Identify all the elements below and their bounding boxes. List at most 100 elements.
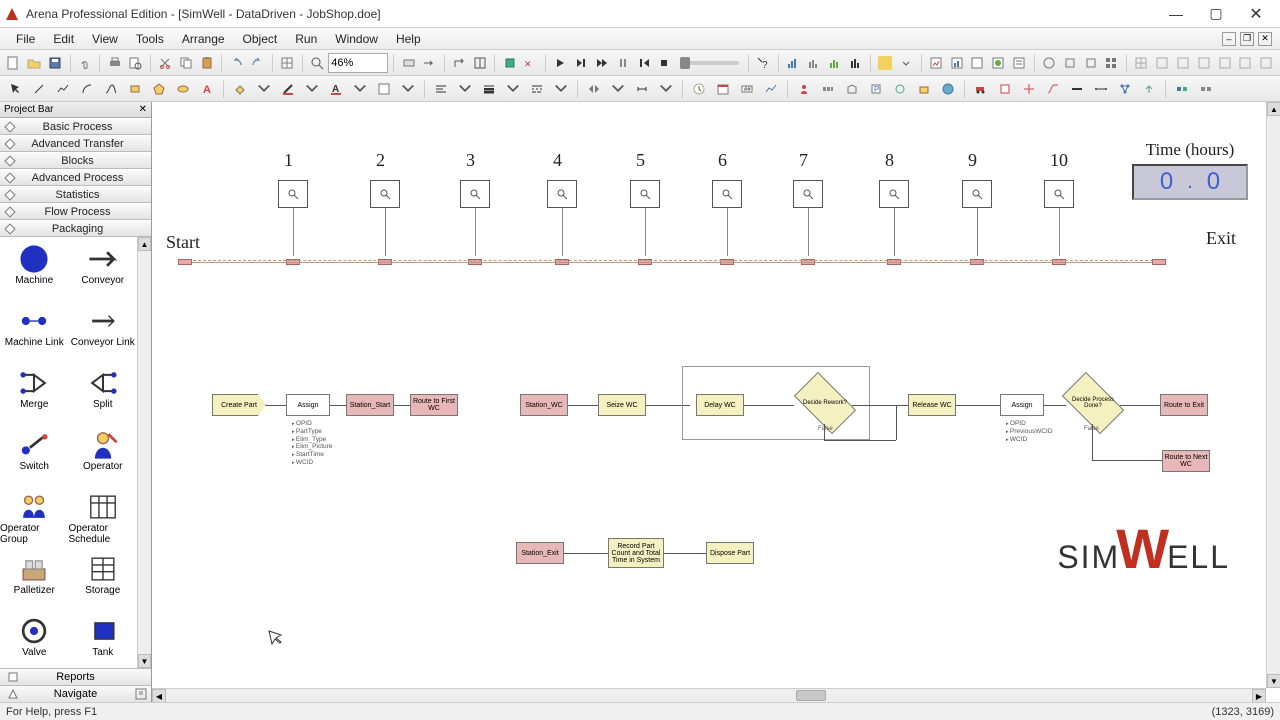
- block-route-exit[interactable]: Route to Exit: [1160, 394, 1208, 416]
- block-assign-1[interactable]: Assign: [286, 394, 330, 416]
- vscroll-down-icon[interactable]: ▼: [1267, 674, 1280, 688]
- block-dispose[interactable]: Dispose Part: [706, 542, 754, 564]
- palette-item-valve[interactable]: Valve: [0, 613, 69, 668]
- opt1-button[interactable]: [1039, 52, 1058, 74]
- menu-view[interactable]: View: [84, 30, 126, 48]
- flip-h-button[interactable]: [583, 78, 605, 100]
- report4-button[interactable]: [989, 52, 1008, 74]
- block-create-part[interactable]: Create Part: [212, 394, 266, 416]
- block-delay-wc[interactable]: Delay WC: [696, 394, 744, 416]
- vertical-scrollbar[interactable]: ▲ ▼: [1266, 102, 1280, 688]
- opt4-button[interactable]: [1102, 52, 1121, 74]
- grid6-button[interactable]: [1236, 52, 1255, 74]
- vscroll-up-icon[interactable]: ▲: [1267, 102, 1280, 116]
- bezier-button[interactable]: [100, 78, 122, 100]
- align-button[interactable]: [430, 78, 452, 100]
- global-icon[interactable]: [937, 78, 959, 100]
- mdi-restore-button[interactable]: ❐: [1240, 32, 1254, 46]
- start-over-button[interactable]: [634, 52, 653, 74]
- block-seize-wc[interactable]: Seize WC: [598, 394, 646, 416]
- undo-button[interactable]: [227, 52, 246, 74]
- date-tool-button[interactable]: [712, 78, 734, 100]
- break-button[interactable]: ✕: [521, 52, 540, 74]
- speed-slider[interactable]: [680, 61, 739, 65]
- block-record[interactable]: Record Part Count and Total Time in Syst…: [608, 538, 664, 568]
- palette-item-conveyor-link[interactable]: Conveyor Link: [69, 303, 138, 365]
- grid7-button[interactable]: [1257, 52, 1276, 74]
- menu-help[interactable]: Help: [388, 30, 429, 48]
- station-icon[interactable]: [994, 78, 1016, 100]
- block-route-next[interactable]: Route to Next WC: [1162, 450, 1210, 472]
- station-marker-2[interactable]: [370, 180, 400, 208]
- dropdown1-icon[interactable]: [253, 78, 275, 100]
- canvas-area[interactable]: Time (hours) 0 . 0 Start Exit SIMWELL Cr…: [152, 102, 1280, 702]
- menu-arrange[interactable]: Arrange: [174, 30, 233, 48]
- block-release-wc[interactable]: Release WC: [908, 394, 956, 416]
- print-preview-button[interactable]: [126, 52, 145, 74]
- horizontal-scrollbar[interactable]: ◀ ▶: [152, 688, 1266, 702]
- pointer-button[interactable]: [4, 78, 26, 100]
- palette-item-machine[interactable]: Machine: [0, 241, 69, 303]
- palette-item-storage[interactable]: Storage: [69, 551, 138, 613]
- text-button[interactable]: A: [196, 78, 218, 100]
- animate1-button[interactable]: [1171, 78, 1193, 100]
- entity-icon[interactable]: [793, 78, 815, 100]
- palette-item-split[interactable]: Split: [69, 365, 138, 427]
- fill-color-button[interactable]: [229, 78, 251, 100]
- grid2-button[interactable]: [1153, 52, 1172, 74]
- print-button[interactable]: [105, 52, 124, 74]
- zoom-button[interactable]: [307, 52, 326, 74]
- animate2-button[interactable]: [1195, 78, 1217, 100]
- segment-icon[interactable]: [1066, 78, 1088, 100]
- palette-item-conveyor[interactable]: Conveyor: [69, 241, 138, 303]
- opt3-button[interactable]: [1081, 52, 1100, 74]
- category-basic-process[interactable]: Basic Process: [0, 118, 151, 135]
- report1-button[interactable]: [926, 52, 945, 74]
- scroll-up-icon[interactable]: ▲: [138, 237, 151, 251]
- box-button[interactable]: [124, 78, 146, 100]
- menu-run[interactable]: Run: [287, 30, 325, 48]
- promote-icon[interactable]: [1138, 78, 1160, 100]
- dropdown3-icon[interactable]: [349, 78, 371, 100]
- station-marker-9[interactable]: [962, 180, 992, 208]
- grid3-button[interactable]: [1173, 52, 1192, 74]
- palette-item-machine-link[interactable]: Machine Link: [0, 303, 69, 365]
- text-color-button[interactable]: A: [325, 78, 347, 100]
- clock-icon[interactable]: [688, 78, 710, 100]
- menu-edit[interactable]: Edit: [45, 30, 82, 48]
- minimize-button[interactable]: —: [1156, 2, 1196, 26]
- polyline-button[interactable]: [52, 78, 74, 100]
- menu-object[interactable]: Object: [235, 30, 286, 48]
- queue-icon[interactable]: [817, 78, 839, 100]
- station-marker-10[interactable]: [1044, 180, 1074, 208]
- new-button[interactable]: [4, 52, 23, 74]
- dropdown-icon[interactable]: [897, 52, 916, 74]
- palette-scrollbar[interactable]: ▲ ▼: [137, 237, 151, 668]
- block-station-wc[interactable]: Station_WC: [520, 394, 568, 416]
- step-button[interactable]: [572, 52, 591, 74]
- dropdown9-icon[interactable]: [655, 78, 677, 100]
- color-accent-button[interactable]: [876, 52, 895, 74]
- connect-button[interactable]: [420, 52, 439, 74]
- window-bg-button[interactable]: [373, 78, 395, 100]
- maximize-button[interactable]: ▢: [1196, 2, 1236, 26]
- block-station-exit[interactable]: Station_Exit: [516, 542, 564, 564]
- palette-item-switch[interactable]: Switch: [0, 427, 69, 489]
- menu-tools[interactable]: Tools: [128, 30, 172, 48]
- chart2-button[interactable]: [804, 52, 823, 74]
- toggle-anim-button[interactable]: [500, 52, 519, 74]
- grid5-button[interactable]: [1215, 52, 1234, 74]
- seize-icon[interactable]: [889, 78, 911, 100]
- block-decide-done[interactable]: Decide Process Done?: [1062, 372, 1124, 434]
- route-icon[interactable]: [1042, 78, 1064, 100]
- conveyor-endpoint[interactable]: [1152, 259, 1166, 265]
- scroll-down-icon[interactable]: ▼: [138, 654, 151, 668]
- zoom-combo[interactable]: [328, 53, 388, 73]
- polygon-button[interactable]: [148, 78, 170, 100]
- stop-button[interactable]: [655, 52, 674, 74]
- module-connect-button[interactable]: [450, 52, 469, 74]
- block-route-first[interactable]: Route to First WC: [410, 394, 458, 416]
- resource-icon[interactable]: [913, 78, 935, 100]
- report2-button[interactable]: [947, 52, 966, 74]
- layers-button[interactable]: [278, 52, 297, 74]
